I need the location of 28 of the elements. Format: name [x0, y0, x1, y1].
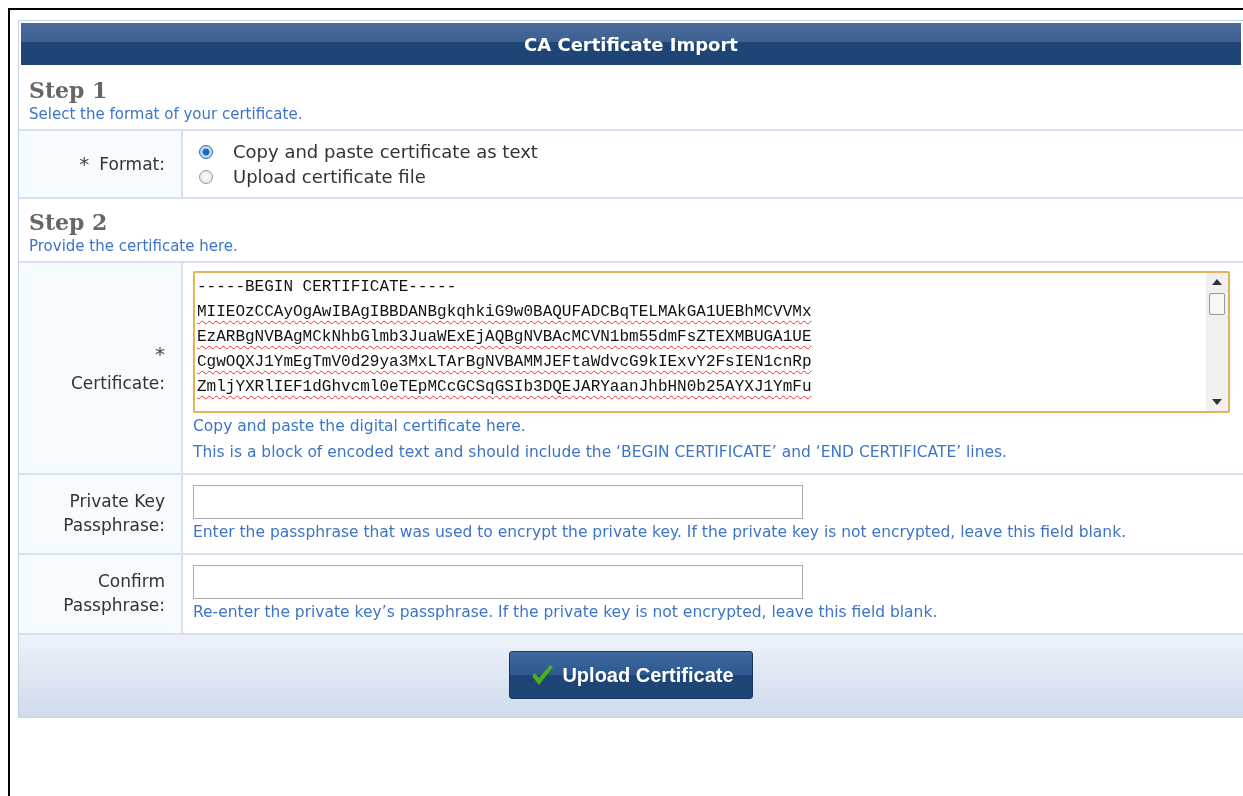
radio-label[interactable]: Upload certificate file	[233, 166, 426, 187]
step-description: Provide the certificate here.	[29, 237, 239, 255]
hint-text: This is a block of encoded text and should include the ‘BEGIN CERTIFICATE’ and ‘END CERTIFICATE’ lines.	[193, 442, 1009, 463]
hint-text: Copy and paste the digital certificate here.	[193, 416, 527, 437]
scrollbar[interactable]	[1206, 273, 1228, 411]
hint-text: Enter the passphrase that was used to encrypt the private key. If the private key is not encrypted, leave this field blank.	[193, 522, 1128, 543]
scroll-down-icon[interactable]	[1212, 399, 1222, 405]
field-label: Certificate:	[70, 372, 165, 396]
radio-label[interactable]: Copy and paste certificate as text	[233, 141, 538, 162]
passphrase-field[interactable]	[193, 485, 803, 519]
radio-button[interactable]	[199, 144, 213, 159]
certificate-field[interactable]: -----BEGIN CERTIFICATE----- MIIEOzCCAyOgAwIBAgIBBDANBgkqhkiG9w0BAQUFADCBqTELMAkGA1UEBhMCVVMx EzARBgNVBAgMCkNhbGlmb3JuaWExEjAQBgNVBAcMCVN1bm55dmFsZTEXMBUGA1UE CgwOQXJ1YmEgTmV0d29ya3MxLTArBgNVBAMMJEFtaWdvcG9kIExvY2FsIEN1cnRp ZmljYXRlIEF1dGhvcml0eTEpMCcGCSqGSIb3DQEJARYaanJhbHN0b25AYXJ1YmFu	[193, 271, 1230, 413]
scroll-thumb[interactable]	[1209, 293, 1225, 315]
panel-title: CA Certificate Import	[524, 33, 738, 55]
step-heading: Step 2	[29, 209, 109, 235]
checkmark-icon	[530, 664, 555, 686]
field-label: Format:	[99, 154, 165, 174]
upload-certificate-button[interactable]: Upload Certificate	[509, 651, 753, 699]
required-mark: *	[155, 341, 165, 369]
step-description: Select the format of your certificate.	[29, 105, 304, 123]
confirm-passphrase-field[interactable]	[193, 565, 803, 599]
scroll-up-icon[interactable]	[1212, 279, 1222, 285]
radio-button[interactable]	[199, 169, 213, 184]
field-label: Confirm Passphrase:	[62, 570, 165, 617]
field-label: Private Key Passphrase:	[62, 490, 165, 537]
required-mark: *	[79, 152, 90, 176]
step-heading: Step 1	[29, 77, 109, 103]
hint-text: Re-enter the private key’s passphrase. If the private key is not encrypted, leave this field blank.	[193, 602, 939, 623]
